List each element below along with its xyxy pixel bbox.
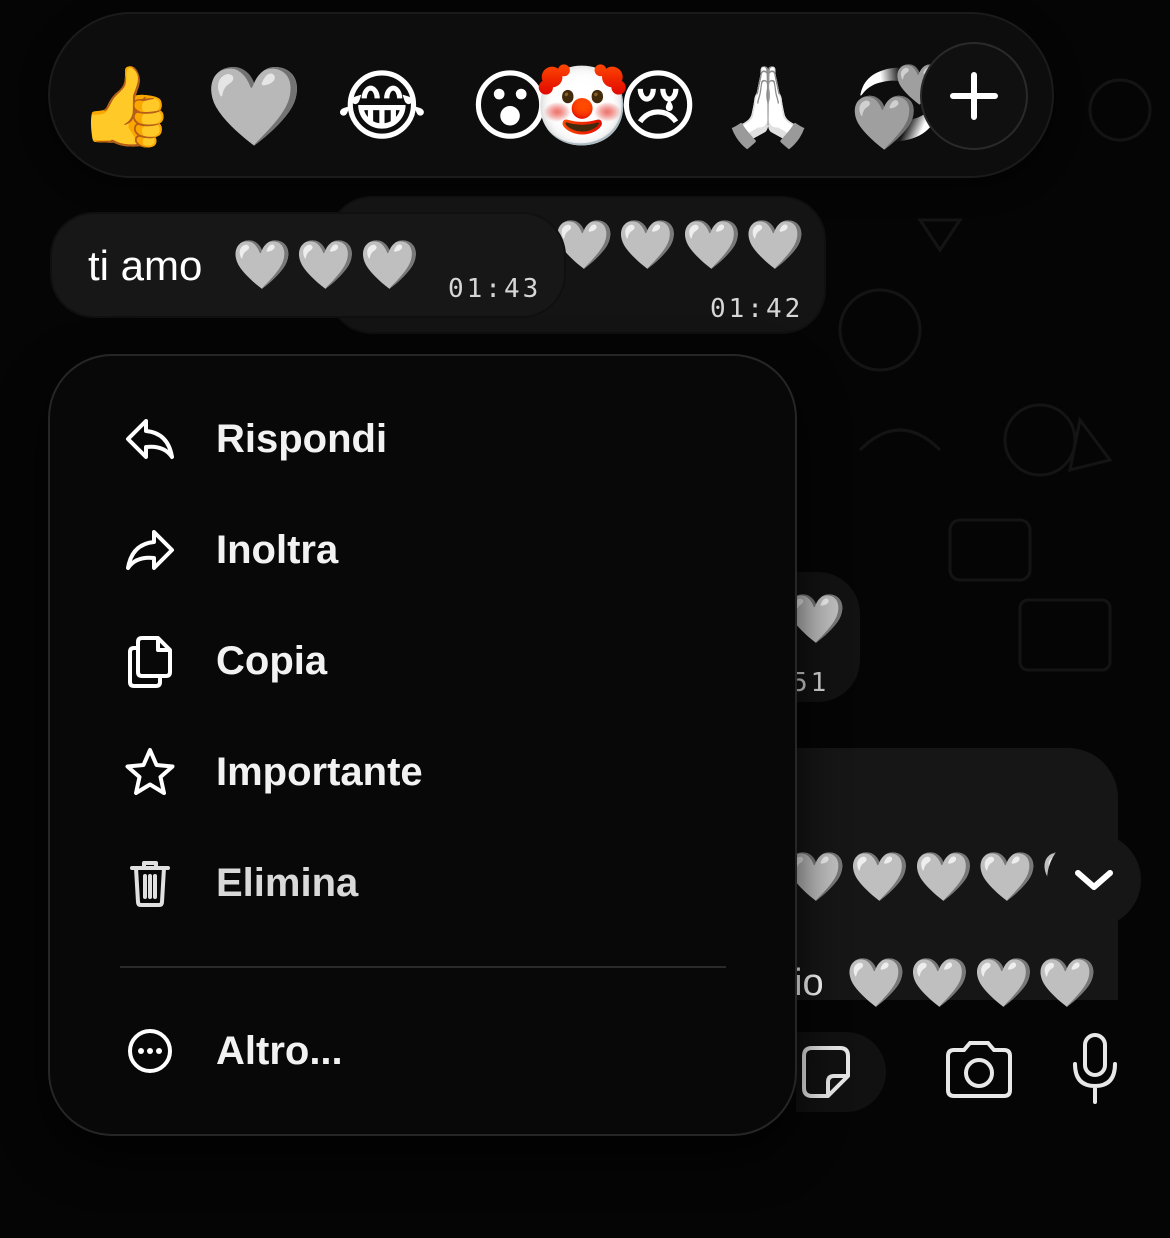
menu-divider	[120, 966, 726, 968]
reaction-clown[interactable]: 🤡	[533, 58, 630, 154]
message-hearts: 🩶🩶🩶🩶	[554, 219, 810, 272]
menu-item-star[interactable]: Importante	[120, 727, 740, 817]
menu-item-copy[interactable]: Copia	[120, 616, 740, 706]
add-reaction-button[interactable]	[922, 44, 1026, 148]
menu-item-forward[interactable]: Inoltra	[120, 505, 740, 595]
reaction-tears-of-joy[interactable]: 😂	[334, 58, 430, 154]
message-time: 01:43	[448, 274, 542, 304]
menu-item-label: Rispondi	[216, 416, 388, 461]
forward-icon	[120, 520, 180, 580]
menu-item-label: Importante	[216, 749, 423, 794]
chevron-down-icon	[1075, 870, 1113, 890]
star-icon	[120, 742, 180, 802]
plus-icon	[950, 72, 998, 120]
camera-button[interactable]	[942, 1040, 1016, 1105]
menu-item-more[interactable]: Altro...	[120, 1006, 740, 1096]
microphone-icon	[1073, 1033, 1117, 1104]
message-time-fragment: 51	[792, 668, 830, 698]
scroll-to-bottom-button[interactable]	[1047, 833, 1141, 927]
trash-icon	[120, 853, 180, 913]
menu-item-label: Copia	[216, 638, 328, 683]
menu-item-label: Inoltra	[216, 527, 339, 572]
message-time: 01:42	[710, 294, 804, 324]
message-text: ti amo	[88, 242, 203, 289]
message-bubble-selected[interactable]: ti amo 🩶🩶🩶 01:43	[52, 214, 564, 316]
sticker-button[interactable]	[796, 1032, 886, 1112]
menu-item-label: Elimina	[216, 860, 359, 905]
reaction-thumbs-up[interactable]: 👍	[77, 58, 174, 154]
menu-item-reply[interactable]: Rispondi	[120, 394, 740, 484]
message-hearts: 🩶🩶🩶	[232, 239, 424, 292]
menu-item-label: Altro...	[216, 1028, 343, 1073]
sticker-icon	[802, 1046, 850, 1098]
camera-icon	[946, 1041, 1012, 1098]
message-hearts: 🩶🩶🩶🩶	[846, 957, 1102, 1010]
menu-item-delete[interactable]: Elimina	[120, 838, 740, 928]
microphone-button[interactable]	[1070, 1032, 1120, 1111]
more-icon	[120, 1021, 180, 1081]
message-text-fragment: io	[794, 962, 824, 1004]
copy-icon	[120, 631, 180, 691]
reaction-bar: 👍 🩶 😂 😮 😢 🤡 🙏 💞	[50, 14, 1052, 176]
reaction-grey-heart[interactable]: 🩶	[205, 58, 302, 154]
reaction-folded-hands[interactable]: 🙏	[719, 58, 816, 154]
message-hearts-fragment: 🩶	[786, 593, 850, 646]
message-context-menu: Rispondi Inoltra Copia Importante Elimin…	[50, 356, 795, 1134]
reply-icon	[120, 409, 180, 469]
